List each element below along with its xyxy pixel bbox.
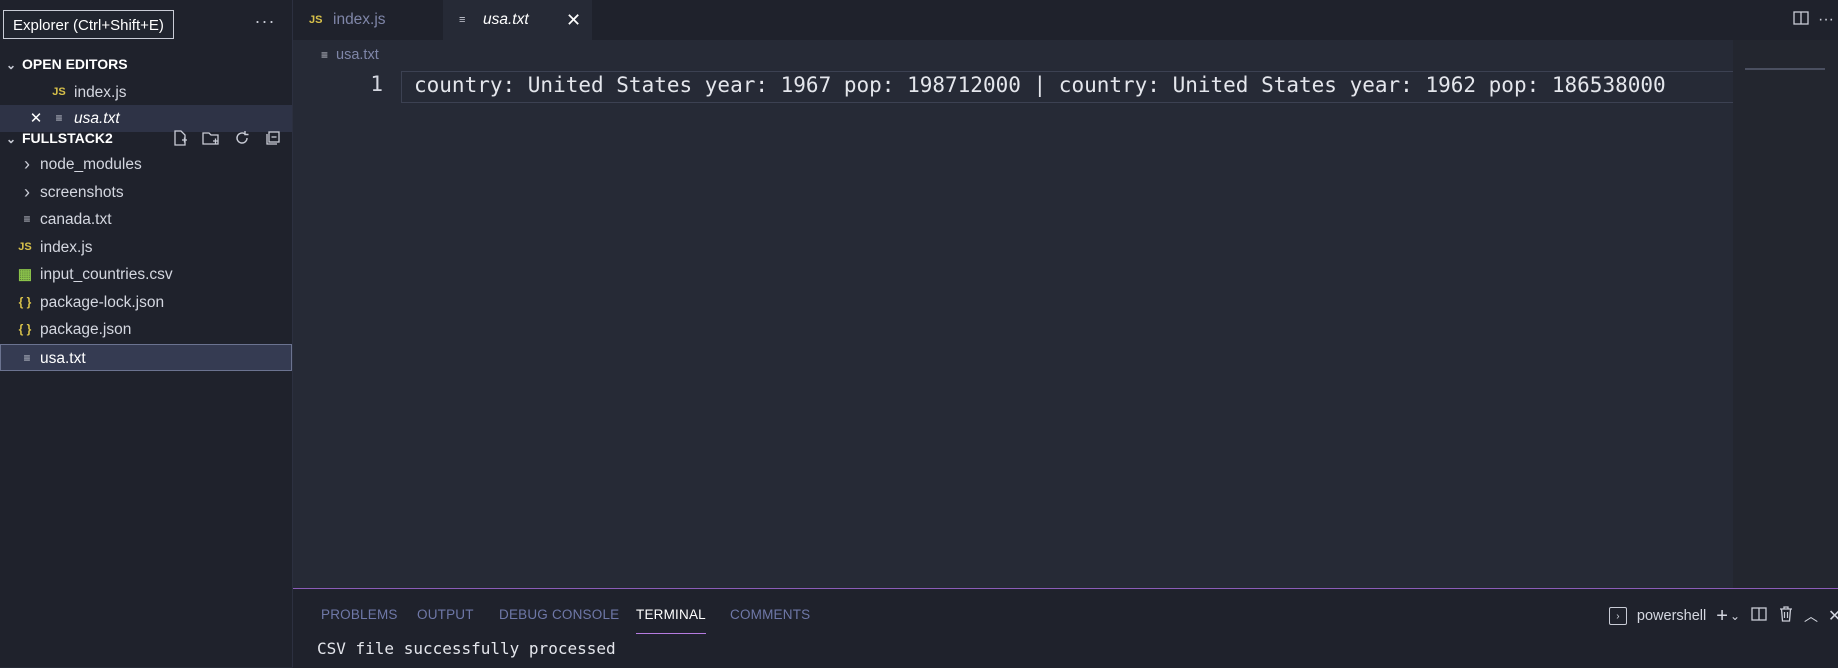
code-line[interactable]: country: United States year: 1967 pop: 1… [414, 73, 1744, 97]
project-header[interactable]: ⌄ FULLSTACK2 [0, 124, 292, 152]
tree-item-node-modules[interactable]: › node_modules [0, 151, 292, 178]
close-icon[interactable]: ✕ [1828, 606, 1838, 626]
chevron-down-icon: ⌄ [5, 58, 17, 72]
chevron-up-icon[interactable]: ︿ [1804, 606, 1818, 626]
tree-item-label: usa.txt [40, 350, 86, 367]
tree-item-label: package-lock.json [40, 294, 165, 311]
tab-label: usa.txt [483, 11, 529, 28]
trash-icon[interactable] [1778, 605, 1794, 627]
csv-file-icon: ▦ [17, 266, 33, 283]
chevron-right-icon: › [24, 154, 30, 174]
close-icon[interactable]: ✕ [566, 0, 581, 40]
new-file-icon[interactable] [169, 127, 191, 149]
js-file-icon: JS [309, 14, 323, 26]
text-file-icon: ≡ [23, 212, 31, 226]
json-file-icon: { } [18, 295, 32, 309]
tab-usa-txt[interactable]: ≡ usa.txt ✕ [443, 0, 592, 40]
breadcrumb[interactable]: ≡ usa.txt [321, 44, 379, 66]
open-editor-item-index-js[interactable]: JS index.js [0, 79, 292, 106]
chevron-down-icon[interactable]: ⌄ [1730, 609, 1740, 623]
line-number: 1 [370, 72, 383, 96]
new-terminal-icon[interactable]: + [1716, 605, 1728, 628]
bottom-panel: PROBLEMS OUTPUT DEBUG CONSOLE TERMINAL C… [293, 588, 1838, 668]
json-file-icon: { } [18, 322, 32, 336]
tab-output[interactable]: OUTPUT [417, 607, 474, 629]
project-actions [169, 124, 284, 152]
tree-item-canada-txt[interactable]: ≡ canada.txt [0, 206, 292, 233]
chevron-right-icon: › [24, 182, 30, 202]
tree-item-index-js[interactable]: JS index.js [0, 234, 292, 261]
open-editor-label: index.js [74, 84, 127, 101]
shell-selector[interactable]: powershell [1637, 608, 1706, 624]
refresh-icon[interactable] [231, 127, 253, 149]
tree-item-usa-txt[interactable]: ≡ usa.txt [0, 344, 292, 371]
terminal-output[interactable]: CSV file successfully processed [317, 639, 616, 658]
open-editors-header[interactable]: ⌄ OPEN EDITORS [0, 50, 292, 78]
editor-actions: ··· [1792, 0, 1838, 40]
split-editor-icon[interactable] [1792, 9, 1810, 32]
tree-item-label: input_countries.csv [40, 266, 173, 283]
collapse-all-icon[interactable] [262, 127, 284, 149]
tree-item-label: canada.txt [40, 211, 112, 228]
new-folder-icon[interactable] [200, 127, 222, 149]
project-title: FULLSTACK2 [22, 130, 113, 146]
minimap-line [1745, 68, 1825, 70]
chevron-down-icon: ⌄ [5, 132, 17, 146]
explorer-sidebar: Explorer (Ctrl+Shift+E) ··· ⌄ OPEN EDITOR… [0, 0, 293, 667]
text-file-icon: ≡ [321, 48, 329, 62]
split-terminal-icon[interactable] [1750, 605, 1768, 627]
editor-tab-bar: JS index.js ≡ usa.txt ✕ ··· [293, 0, 1838, 40]
breadcrumb-label: usa.txt [336, 47, 379, 63]
tree-item-label: node_modules [40, 156, 142, 173]
js-file-icon: JS [52, 86, 66, 98]
panel-actions: › powershell + ⌄ ︿ ✕ [1608, 603, 1838, 629]
more-actions-icon[interactable]: ··· [1818, 11, 1834, 29]
tree-item-package-json[interactable]: { } package.json [0, 316, 292, 343]
explorer-tooltip: Explorer (Ctrl+Shift+E) [3, 10, 174, 39]
minimap[interactable] [1733, 40, 1838, 588]
tab-label: index.js [333, 11, 386, 28]
tab-index-js[interactable]: JS index.js [293, 0, 443, 40]
tree-item-input-countries-csv[interactable]: ▦ input_countries.csv [0, 261, 292, 288]
tab-comments[interactable]: COMMENTS [730, 607, 810, 629]
tab-terminal[interactable]: TERMINAL [636, 607, 706, 634]
tab-debug-console[interactable]: DEBUG CONSOLE [499, 607, 619, 629]
code-editor[interactable]: 1 country: United States year: 1967 pop:… [293, 68, 1761, 588]
more-actions-icon[interactable]: ··· [252, 10, 278, 36]
tree-item-package-lock-json[interactable]: { } package-lock.json [0, 289, 292, 316]
text-file-icon: ≡ [459, 14, 466, 26]
tree-item-label: package.json [40, 321, 132, 338]
tab-problems[interactable]: PROBLEMS [321, 607, 398, 629]
tree-item-label: index.js [40, 239, 93, 256]
tree-item-label: screenshots [40, 184, 124, 201]
tree-item-screenshots[interactable]: › screenshots [0, 179, 292, 206]
terminal-icon: › [1608, 607, 1627, 625]
js-file-icon: JS [18, 241, 32, 253]
open-editors-title: OPEN EDITORS [22, 56, 128, 72]
text-file-icon: ≡ [23, 351, 31, 365]
explorer-header: Explorer (Ctrl+Shift+E) ··· [0, 0, 292, 46]
